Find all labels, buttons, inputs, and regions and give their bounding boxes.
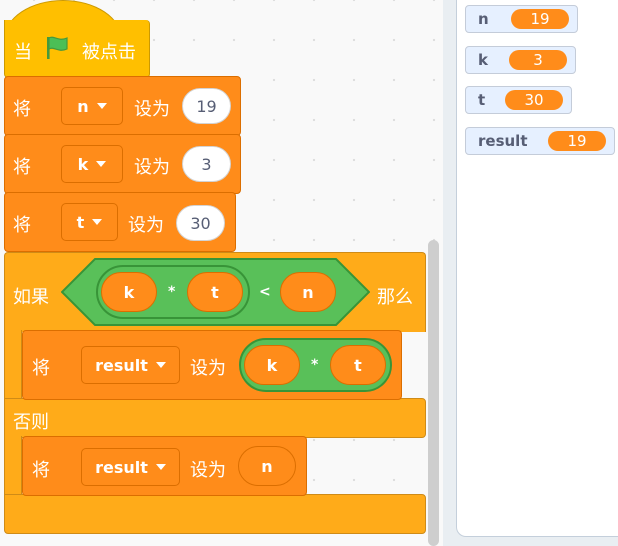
value-input-k[interactable]: 3	[182, 146, 231, 182]
vertical-scrollbar[interactable]	[428, 240, 439, 546]
if-else-arm-top	[4, 330, 22, 400]
variable-reporter-t[interactable]: t	[187, 272, 243, 312]
stage[interactable]	[456, 0, 618, 537]
chevron-down-icon	[96, 161, 107, 167]
hat-prefix-label: 当	[14, 42, 32, 63]
variable-monitor-t[interactable]: t 30	[465, 86, 572, 114]
multiply-symbol: *	[168, 284, 176, 300]
variable-reporter-t[interactable]: t	[330, 345, 386, 385]
monitor-value: 3	[509, 50, 567, 70]
value-input-t[interactable]: 30	[176, 205, 225, 241]
variable-dropdown-result[interactable]: result	[81, 448, 180, 486]
variable-dropdown-n[interactable]: n	[61, 87, 123, 125]
then-label: 那么	[377, 287, 413, 308]
variable-dropdown-t[interactable]: t	[61, 203, 118, 241]
monitor-label: result	[478, 132, 528, 150]
variable-reporter-n[interactable]: n	[238, 446, 296, 486]
value-input-n[interactable]: 19	[182, 88, 231, 124]
monitor-value: 30	[505, 90, 563, 110]
hat-suffix-label: 被点击	[82, 42, 136, 63]
variable-dropdown-label: t	[76, 212, 85, 232]
if-else-footer	[4, 494, 426, 534]
monitor-label: n	[478, 10, 489, 28]
if-else-arm-bottom	[4, 436, 22, 498]
variable-reporter-k[interactable]: k	[244, 345, 300, 385]
variable-monitor-n[interactable]: n 19	[465, 5, 578, 33]
set-label: 将	[32, 358, 50, 379]
chevron-down-icon	[155, 362, 166, 368]
monitor-label: k	[478, 51, 488, 69]
variable-monitor-result[interactable]: result 19	[465, 127, 615, 155]
variable-dropdown-label: k	[77, 154, 89, 174]
chevron-down-icon	[92, 219, 103, 225]
else-header[interactable]	[4, 398, 426, 438]
monitor-value: 19	[511, 9, 569, 29]
variable-dropdown-label: n	[77, 96, 89, 116]
set-label: 将	[13, 215, 31, 236]
set-label: 将	[13, 157, 31, 178]
set-to-label: 设为	[128, 215, 164, 236]
less-than-symbol: <	[259, 284, 271, 300]
variable-dropdown-result[interactable]: result	[81, 346, 180, 384]
set-to-label: 设为	[190, 358, 226, 379]
variable-dropdown-label: result	[95, 457, 148, 477]
chevron-down-icon	[155, 464, 166, 470]
monitor-label: t	[478, 91, 486, 109]
if-label: 如果	[13, 287, 49, 308]
variable-dropdown-label: result	[95, 355, 148, 375]
variable-dropdown-k[interactable]: k	[61, 145, 123, 183]
monitor-value: 19	[548, 131, 606, 151]
set-to-label: 设为	[134, 99, 170, 120]
set-label: 将	[13, 99, 31, 120]
variable-reporter-n[interactable]: n	[280, 272, 336, 312]
set-to-label: 设为	[134, 157, 170, 178]
variable-reporter-k[interactable]: k	[101, 272, 157, 312]
set-label: 将	[32, 460, 50, 481]
chevron-down-icon	[96, 103, 107, 109]
set-to-label: 设为	[190, 460, 226, 481]
multiply-symbol: *	[311, 357, 319, 373]
variable-monitor-k[interactable]: k 3	[465, 46, 576, 74]
green-flag-icon	[47, 36, 68, 59]
else-label: 否则	[13, 412, 49, 433]
